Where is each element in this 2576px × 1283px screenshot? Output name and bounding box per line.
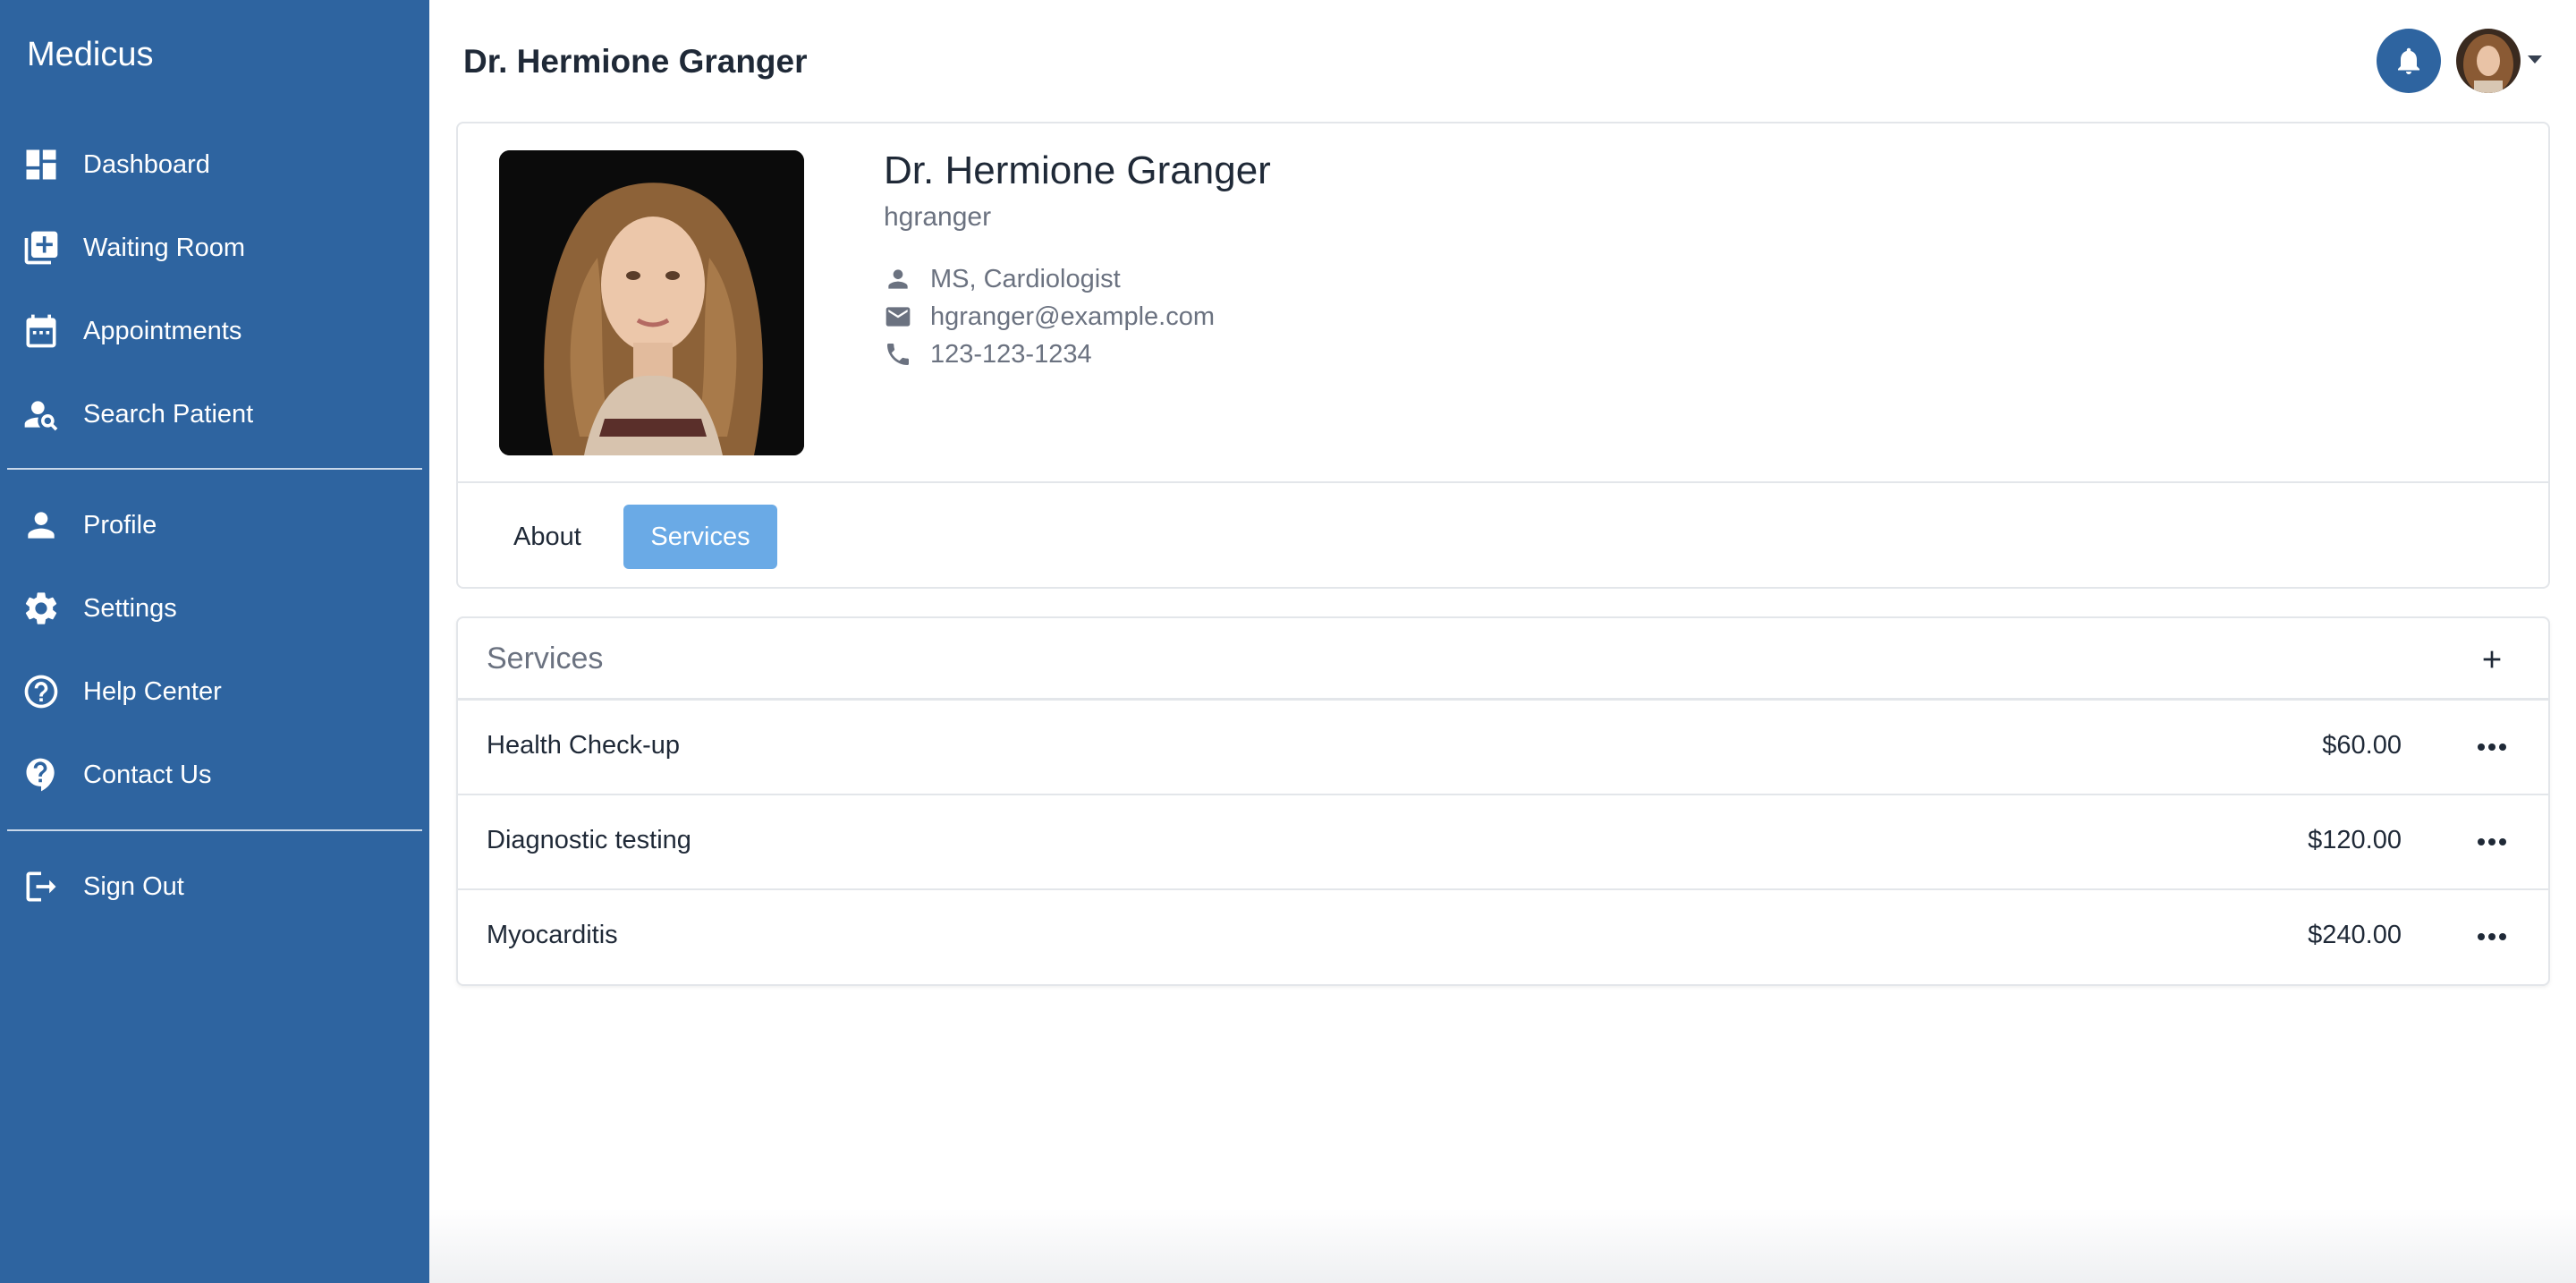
dashboard-icon <box>20 143 63 186</box>
sidebar-item-label: Search Patient <box>83 399 254 429</box>
sidebar-item-search-patient[interactable]: Search Patient <box>0 383 429 446</box>
sidebar-item-label: Help Center <box>83 676 222 706</box>
sidebar-divider <box>7 829 422 831</box>
service-price: $60.00 <box>2322 731 2402 760</box>
service-price: $240.00 <box>2308 921 2402 949</box>
chevron-down-icon[interactable] <box>2528 55 2542 64</box>
logout-icon <box>20 865 63 908</box>
gear-icon <box>20 587 63 630</box>
mail-icon <box>886 307 911 327</box>
sidebar-item-label: Settings <box>83 593 177 623</box>
table-row: Diagnostic testing $120.00 <box>458 795 2548 890</box>
more-horizontal-icon <box>2478 743 2506 751</box>
email-row: hgranger@example.com <box>884 299 1215 335</box>
brand-logo[interactable]: Medicus <box>27 36 154 74</box>
email-text: hgranger@example.com <box>930 302 1215 331</box>
person-search-icon <box>20 393 63 436</box>
sidebar-item-appointments[interactable]: Appointments <box>0 300 429 362</box>
tab-about[interactable]: About <box>487 505 608 569</box>
phone-text: 123-123-1234 <box>930 339 1092 369</box>
card-divider <box>458 481 2548 483</box>
bottom-shadow <box>429 1208 2576 1283</box>
tab-services[interactable]: Services <box>623 505 777 569</box>
plus-icon <box>2483 650 2501 668</box>
service-price: $120.00 <box>2308 826 2402 854</box>
person-icon <box>20 504 63 547</box>
credentials-text: MS, Cardiologist <box>930 264 1121 293</box>
sidebar: Medicus Dashboard Waiting Room Appointme… <box>0 0 429 1283</box>
more-horizontal-icon <box>2478 933 2506 940</box>
more-options-button[interactable] <box>2470 822 2513 862</box>
page-title: Dr. Hermione Granger <box>463 43 808 80</box>
phone-icon <box>887 344 909 365</box>
phone-row: 123-123-1234 <box>884 336 1092 372</box>
sidebar-item-sign-out[interactable]: Sign Out <box>0 855 429 918</box>
help-circle-icon <box>20 670 63 713</box>
sidebar-item-contact-us[interactable]: Contact Us <box>0 743 429 806</box>
more-options-button[interactable] <box>2470 917 2513 956</box>
sidebar-item-label: Appointments <box>83 316 242 345</box>
sidebar-item-label: Sign Out <box>83 871 184 901</box>
doctor-username: hgranger <box>884 202 992 232</box>
service-name: Diagnostic testing <box>487 826 691 854</box>
profile-photo <box>499 150 804 455</box>
sidebar-item-settings[interactable]: Settings <box>0 577 429 640</box>
table-row: Health Check-up $60.00 <box>458 701 2548 795</box>
services-header: Services <box>458 618 2548 701</box>
bell-icon <box>2398 47 2419 74</box>
more-options-button[interactable] <box>2470 727 2513 767</box>
sidebar-divider <box>7 468 422 470</box>
notifications-button[interactable] <box>2377 29 2441 93</box>
calendar-icon <box>20 310 63 353</box>
sidebar-item-label: Contact Us <box>83 760 212 789</box>
credentials-row: MS, Cardiologist <box>884 261 1121 297</box>
more-horizontal-icon <box>2478 838 2506 845</box>
sidebar-item-profile[interactable]: Profile <box>0 494 429 557</box>
service-name: Myocarditis <box>487 921 618 949</box>
person-icon <box>888 269 908 289</box>
doctor-name: Dr. Hermione Granger <box>884 149 1271 192</box>
help-bubble-icon <box>20 753 63 796</box>
user-avatar[interactable] <box>2456 29 2521 93</box>
sidebar-item-help-center[interactable]: Help Center <box>0 660 429 723</box>
sidebar-item-dashboard[interactable]: Dashboard <box>0 133 429 196</box>
service-name: Health Check-up <box>487 731 680 760</box>
profile-card: Dr. Hermione Granger hgranger MS, Cardio… <box>456 122 2550 589</box>
table-row: Myocarditis $240.00 <box>458 890 2548 985</box>
sidebar-item-waiting-room[interactable]: Waiting Room <box>0 217 429 279</box>
sidebar-item-label: Dashboard <box>83 149 210 179</box>
services-card: Services Health Check-up $60.00 Diagnost… <box>456 616 2550 986</box>
services-title: Services <box>487 642 604 675</box>
sidebar-item-label: Waiting Room <box>83 233 246 262</box>
sidebar-item-label: Profile <box>83 510 157 540</box>
add-box-icon <box>20 226 63 269</box>
add-service-button[interactable] <box>2470 638 2513 681</box>
